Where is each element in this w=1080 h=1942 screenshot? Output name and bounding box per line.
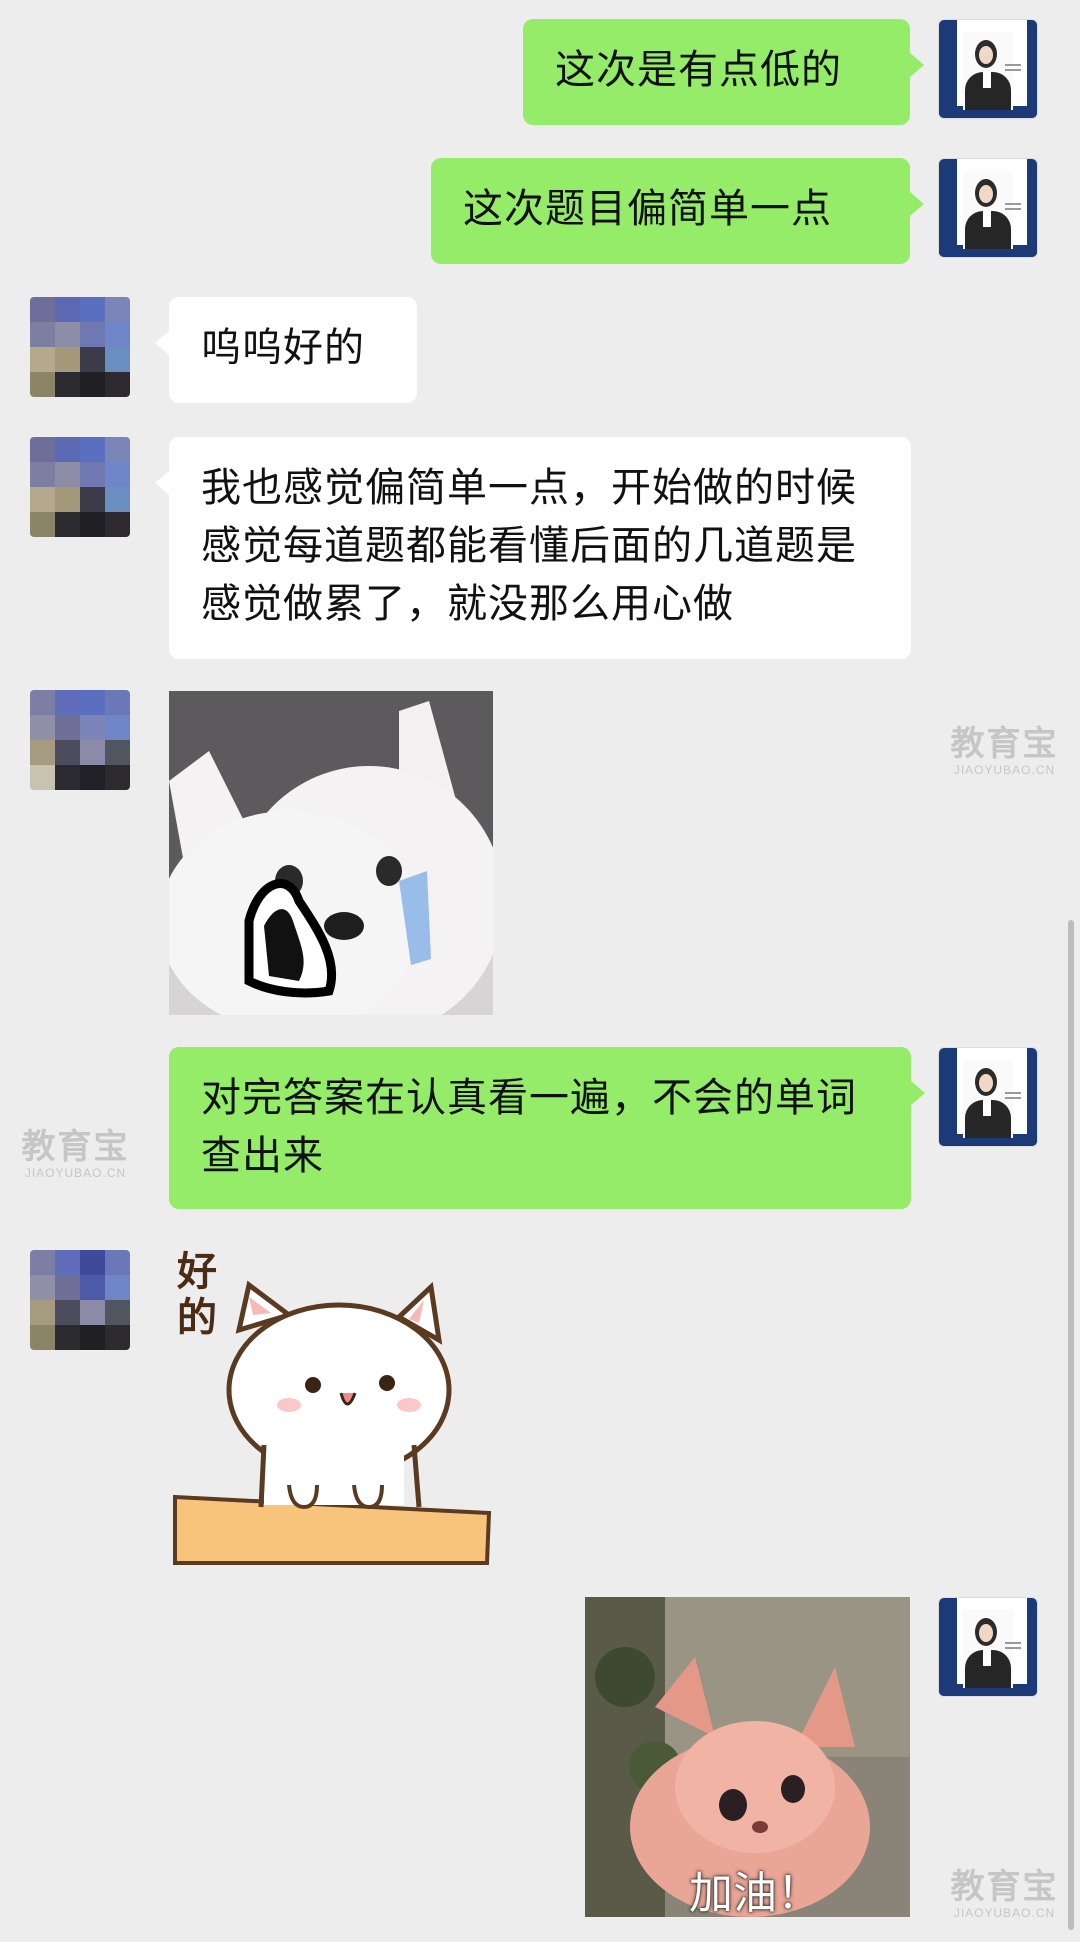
contact-avatar[interactable] <box>30 690 130 790</box>
contact-avatar[interactable] <box>30 437 130 537</box>
my-avatar[interactable] <box>938 1047 1038 1147</box>
message-text: 对完答案在认真看一遍，不会的单词查出来 <box>201 1075 857 1179</box>
sticker-caption: 加油！ <box>689 1868 821 1917</box>
watermark: 教育宝 JIAOYUBAO.CN <box>950 725 1059 777</box>
message-bubble-me[interactable]: 这次题目偏简单一点 <box>431 158 924 264</box>
message-text: 呜呜好的 <box>201 325 365 371</box>
crying-dog-sticker[interactable] <box>169 691 493 1015</box>
message-text: 我也感觉偏简单一点，开始做的时候感觉每道题都能看懂后面的几道题是感觉做累了，就没… <box>201 465 857 627</box>
my-avatar[interactable] <box>938 19 1038 119</box>
my-avatar[interactable] <box>938 1597 1038 1697</box>
message-bubble-them[interactable]: 呜呜好的 <box>155 297 417 403</box>
cheer-fox-sticker[interactable]: 加油！ <box>585 1597 910 1917</box>
message-bubble-me[interactable]: 对完答案在认真看一遍，不会的单词查出来 <box>169 1047 925 1209</box>
crying-dog-image <box>169 691 493 1015</box>
watermark: 教育宝 JIAOYUBAO.CN <box>950 1868 1059 1920</box>
message-bubble-me[interactable]: 这次是有点低的 <box>523 19 924 125</box>
my-avatar[interactable] <box>938 158 1038 258</box>
watermark: 教育宝 JIAOYUBAO.CN <box>21 1128 130 1180</box>
cat-image <box>169 1245 499 1565</box>
message-text: 这次题目偏简单一点 <box>463 186 832 232</box>
message-bubble-them[interactable]: 我也感觉偏简单一点，开始做的时候感觉每道题都能看懂后面的几道题是感觉做累了，就没… <box>155 437 911 659</box>
sticker-caption: 好的 <box>177 1248 217 1341</box>
scrollbar[interactable] <box>1068 920 1074 1930</box>
contact-avatar[interactable] <box>30 1250 130 1350</box>
contact-avatar[interactable] <box>30 297 130 397</box>
message-text: 这次是有点低的 <box>555 47 842 93</box>
cat-ok-sticker[interactable]: 好的 <box>169 1245 499 1565</box>
